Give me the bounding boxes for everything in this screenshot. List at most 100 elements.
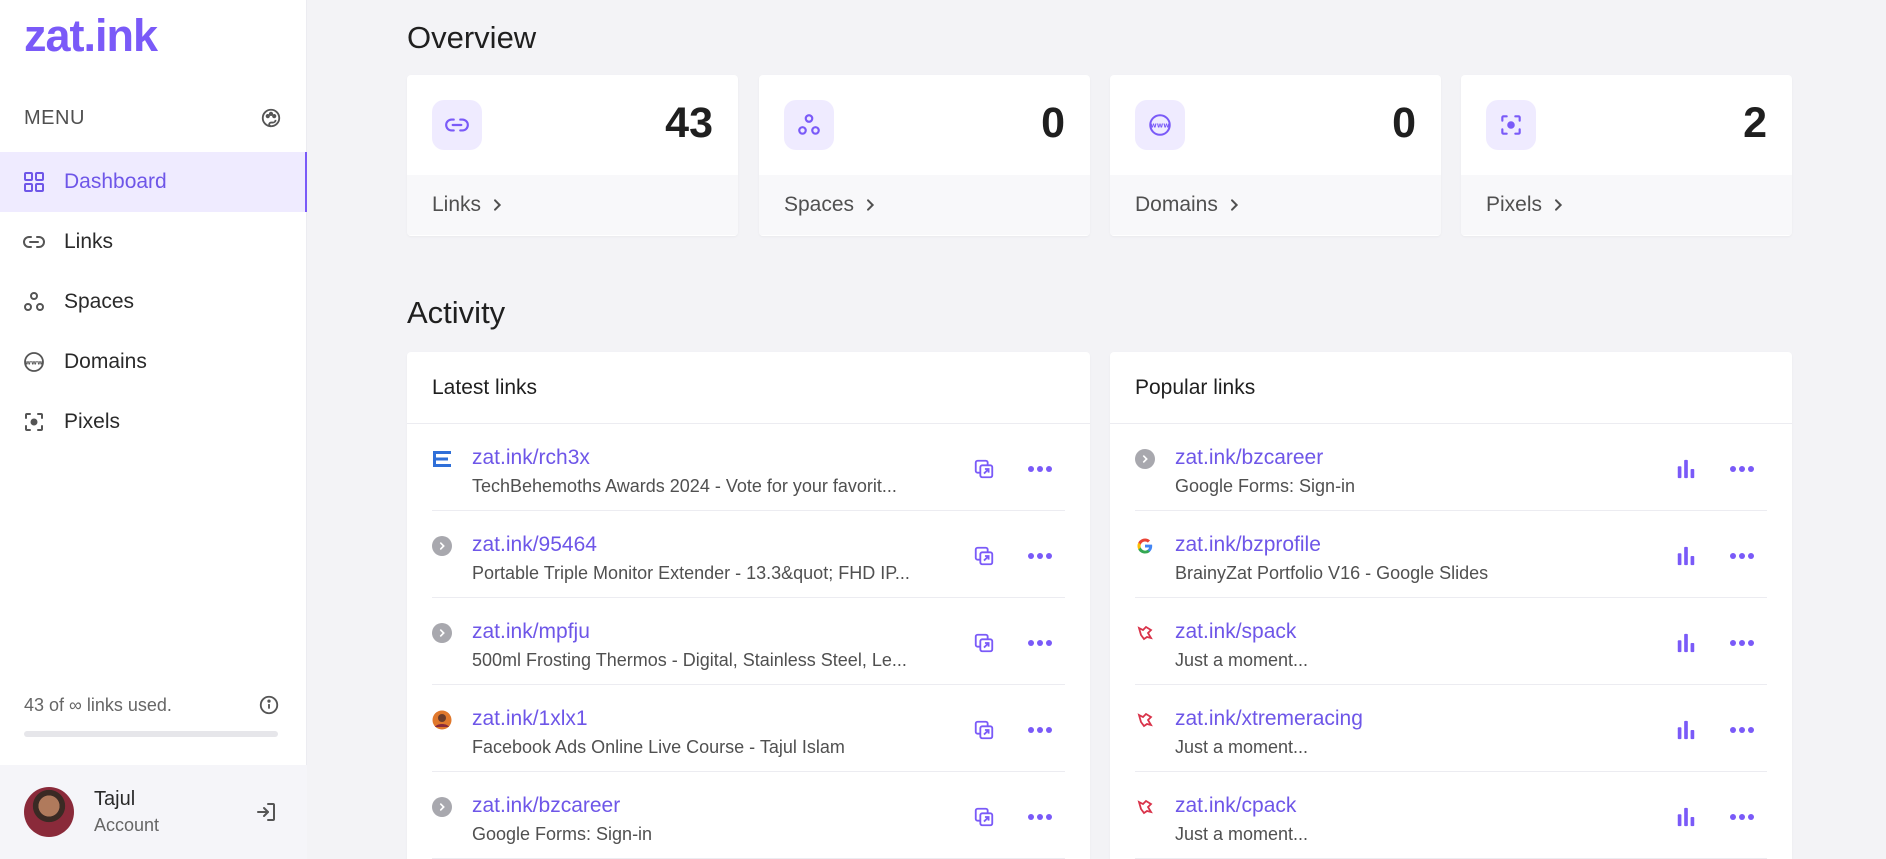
sidebar-item-label: Pixels (64, 410, 121, 433)
short-link[interactable]: zat.ink/1xlx1 (472, 707, 588, 731)
short-link[interactable]: zat.ink/rch3x (472, 446, 590, 470)
more-options-icon[interactable] (1727, 456, 1757, 482)
short-link[interactable]: zat.ink/bzprofile (1175, 533, 1321, 557)
chevron-right-icon (862, 197, 878, 213)
list-item: zat.ink/xtremeracing Just a moment... (1135, 685, 1767, 772)
list-item: zat.ink/1xlx1 Facebook Ads Online Live C… (432, 685, 1065, 772)
stat-link-links[interactable]: Links (407, 175, 738, 235)
more-options-icon[interactable] (1025, 717, 1055, 743)
chevron-right-icon (489, 197, 505, 213)
short-link[interactable]: zat.ink/95464 (472, 533, 597, 557)
sidebar: zat.ink MENU Dashboard Links Spaces www … (0, 0, 307, 859)
short-link[interactable]: zat.ink/xtremeracing (1175, 707, 1363, 731)
sidebar-item-domains[interactable]: www Domains (0, 332, 307, 392)
stat-value: 43 (665, 99, 713, 147)
chevron-right-icon (1226, 197, 1242, 213)
default-favicon-icon (432, 797, 452, 817)
list-item: zat.ink/bzcareer Google Forms: Sign-in (1135, 424, 1767, 511)
short-link[interactable]: zat.ink/bzcareer (1175, 446, 1323, 470)
sidebar-item-pixels[interactable]: Pixels (0, 392, 307, 452)
popular-links-panel: Popular links zat.ink/bzcareer Google Fo… (1110, 352, 1792, 859)
default-favicon-icon (432, 536, 452, 556)
logout-icon[interactable] (254, 800, 278, 824)
svg-text:www: www (1150, 121, 1170, 130)
list-item: zat.ink/bzprofile BrainyZat Portfolio V1… (1135, 511, 1767, 598)
link-title: Google Forms: Sign-in (472, 824, 653, 844)
sidebar-item-dashboard[interactable]: Dashboard (0, 152, 307, 212)
list-item: zat.ink/bzcareer Google Forms: Sign-in (432, 772, 1065, 859)
pixel-icon (22, 410, 46, 434)
info-icon[interactable] (258, 694, 280, 716)
techbehemoths-icon (432, 449, 452, 469)
stat-value: 0 (1392, 99, 1416, 147)
logo[interactable]: zat.ink (24, 10, 158, 62)
account-panel[interactable]: Tajul Account (0, 765, 307, 859)
link-title: Google Forms: Sign-in (1175, 476, 1356, 496)
list-item: zat.ink/rch3x TechBehemoths Awards 2024 … (432, 424, 1065, 511)
short-link[interactable]: zat.ink/bzcareer (472, 794, 620, 818)
link-title: Facebook Ads Online Live Course - Tajul … (472, 737, 845, 757)
more-options-icon[interactable] (1727, 717, 1757, 743)
sidebar-item-spaces[interactable]: Spaces (0, 272, 307, 332)
more-options-icon[interactable] (1025, 456, 1055, 482)
stat-label: Links (432, 193, 482, 216)
menu-label: MENU (24, 106, 85, 129)
stat-card-pixels: 2 Pixels (1461, 75, 1792, 236)
copy-icon[interactable] (971, 804, 997, 830)
link-title: 500ml Frosting Thermos - Digital, Stainl… (472, 650, 907, 670)
copy-icon[interactable] (971, 630, 997, 656)
bar-chart-icon[interactable] (1673, 630, 1699, 656)
account-label: Account (94, 815, 160, 835)
spaces-icon (22, 290, 46, 314)
panel-title: Latest links (407, 352, 1090, 424)
avatar-favicon-icon (432, 710, 452, 730)
link-title: BrainyZat Portfolio V16 - Google Slides (1175, 563, 1489, 583)
sidebar-item-label: Links (64, 230, 114, 253)
link-title: TechBehemoths Awards 2024 - Vote for you… (472, 476, 897, 496)
stat-value: 2 (1743, 99, 1767, 147)
link-icon (432, 100, 482, 150)
more-options-icon[interactable] (1025, 630, 1055, 656)
spaces-icon (784, 100, 834, 150)
copy-icon[interactable] (971, 717, 997, 743)
short-link[interactable]: zat.ink/cpack (1175, 794, 1296, 818)
google-icon (1135, 536, 1155, 556)
short-link[interactable]: zat.ink/spack (1175, 620, 1296, 644)
avatar[interactable] (24, 787, 74, 837)
stat-card-domains: www 0 Domains (1110, 75, 1441, 236)
bar-chart-icon[interactable] (1673, 456, 1699, 482)
more-options-icon[interactable] (1727, 630, 1757, 656)
red-favicon-icon (1135, 623, 1155, 643)
list-item: zat.ink/mpfju 500ml Frosting Thermos - D… (432, 598, 1065, 685)
svg-text:www: www (25, 359, 43, 367)
account-name: Tajul (94, 788, 136, 810)
more-options-icon[interactable] (1727, 543, 1757, 569)
more-options-icon[interactable] (1727, 804, 1757, 830)
latest-links-panel: Latest links zat.ink/rch3x TechBehemoths… (407, 352, 1090, 859)
overview-title: Overview (407, 20, 537, 55)
stat-link-spaces[interactable]: Spaces (759, 175, 1090, 235)
stat-link-pixels[interactable]: Pixels (1461, 175, 1792, 235)
usage-progress-bar (24, 731, 278, 737)
link-title: Just a moment... (1175, 824, 1309, 844)
stat-card-links: 43 Links (407, 75, 738, 236)
palette-icon[interactable] (260, 107, 282, 129)
panel-title: Popular links (1110, 352, 1792, 424)
bar-chart-icon[interactable] (1673, 717, 1699, 743)
copy-icon[interactable] (971, 543, 997, 569)
list-item: zat.ink/95464 Portable Triple Monitor Ex… (432, 511, 1065, 598)
bar-chart-icon[interactable] (1673, 804, 1699, 830)
sidebar-item-links[interactable]: Links (0, 212, 307, 272)
more-options-icon[interactable] (1025, 543, 1055, 569)
activity-title: Activity (407, 295, 506, 330)
stat-link-domains[interactable]: Domains (1110, 175, 1441, 235)
list-item: zat.ink/spack Just a moment... (1135, 598, 1767, 685)
chevron-right-icon (1550, 197, 1566, 213)
stat-card-spaces: 0 Spaces (759, 75, 1090, 236)
link-icon (22, 230, 46, 254)
copy-icon[interactable] (971, 456, 997, 482)
bar-chart-icon[interactable] (1673, 543, 1699, 569)
more-options-icon[interactable] (1025, 804, 1055, 830)
stat-label: Spaces (784, 193, 855, 216)
short-link[interactable]: zat.ink/mpfju (472, 620, 590, 644)
